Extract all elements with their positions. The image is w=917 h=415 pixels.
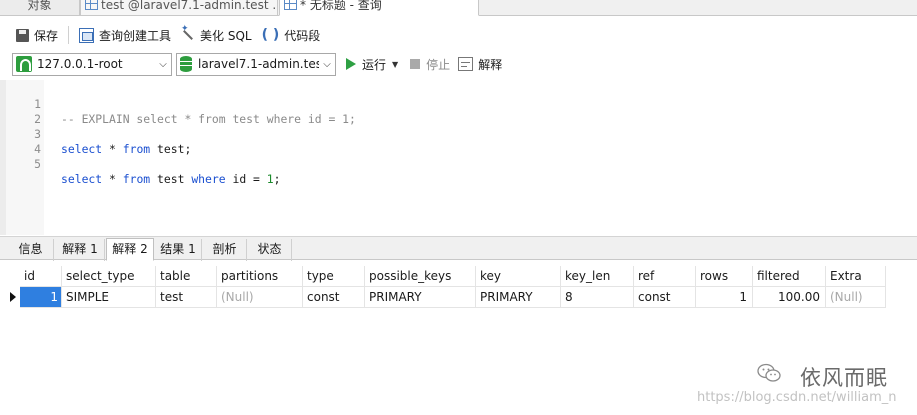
explain-label: 解释 [478, 57, 503, 72]
column-header-rows[interactable]: rows [696, 266, 753, 287]
cell-extra[interactable]: (Null) [826, 287, 886, 308]
cell-id[interactable]: 1 [20, 287, 62, 308]
tab-status[interactable]: 状态 [248, 239, 292, 261]
watermark-author: 依风而眠 [800, 366, 888, 390]
cell-rows[interactable]: 1 [696, 287, 753, 308]
play-icon [346, 58, 356, 70]
query-toolbar: 保存 查询创建工具 美化 SQL ( ) 代码段 [0, 22, 917, 48]
query-builder-label: 查询创建工具 [99, 28, 172, 43]
code-snippet-icon: ( ) [261, 27, 280, 43]
beautify-sql-button[interactable]: 美化 SQL [177, 24, 256, 46]
column-header-ref[interactable]: ref [634, 266, 696, 287]
column-header-key-len[interactable]: key_len [561, 266, 634, 287]
tab-explain-2[interactable]: 解释 2 [106, 238, 154, 261]
explain-icon [458, 57, 474, 71]
query-icon [284, 0, 297, 10]
stop-icon [410, 59, 421, 69]
document-tab-strip: 对象 test @laravel7.1-admin.test ... * 无标题… [0, 0, 917, 16]
column-header-filtered[interactable]: filtered [753, 266, 826, 287]
editor-line: 5 select * from test where id = 1; [0, 142, 917, 186]
editor-line: 1 -- EXPLAIN select * from test where id… [0, 82, 917, 126]
sql-keyword: select [61, 172, 103, 186]
column-header-possible-keys[interactable]: possible_keys [365, 266, 476, 287]
cell-filtered[interactable]: 100.00 [753, 287, 826, 308]
editor-line: 4 [0, 127, 917, 156]
tab-test-table[interactable]: test @laravel7.1-admin.test ... [80, 0, 278, 16]
column-header-extra[interactable]: Extra [826, 266, 886, 287]
run-label: 运行 [362, 57, 387, 72]
cell-partitions[interactable]: (Null) [217, 287, 303, 308]
chevron-down-icon: ⌵ [323, 58, 331, 70]
run-button[interactable]: 运行 ▼ [342, 53, 402, 75]
tab-explain-1[interactable]: 解释 1 [56, 239, 105, 261]
wechat-icon [757, 363, 781, 382]
sql-text: ; [273, 172, 281, 186]
connection-value: 127.0.0.1-root [37, 57, 123, 71]
tab-untitled-query[interactable]: * 无标题 - 查询 [279, 0, 479, 16]
cell-possible-keys[interactable]: PRIMARY [365, 287, 476, 308]
save-button[interactable]: 保存 [12, 24, 62, 46]
database-select[interactable]: laravel7.1-admin.tes ⌵ [176, 52, 336, 76]
column-header-id[interactable]: id [20, 266, 62, 287]
save-icon [16, 28, 29, 42]
column-header-table[interactable]: table [156, 266, 217, 287]
sql-editor[interactable]: 1 -- EXPLAIN select * from test where id… [0, 80, 917, 235]
stop-label: 停止 [426, 57, 451, 72]
explain-button[interactable]: 解释 [454, 53, 506, 75]
beautify-sql-label: 美化 SQL [200, 28, 252, 43]
tab-info[interactable]: 信息 [8, 239, 54, 261]
column-header-type[interactable]: type [303, 266, 365, 287]
stop-button[interactable]: 停止 [406, 53, 454, 75]
chevron-down-icon: ⌵ [159, 58, 167, 70]
cell-ref[interactable]: const [634, 287, 696, 308]
cell-select-type[interactable]: SIMPLE [62, 287, 156, 308]
watermark-url: https://blog.csdn.net/william_n [697, 390, 897, 405]
cell-type[interactable]: const [303, 287, 365, 308]
column-header-select-type[interactable]: select_type [62, 266, 156, 287]
tab-profile[interactable]: 剖析 [203, 239, 247, 261]
row-pointer-icon [7, 287, 20, 308]
sql-text: * [102, 172, 123, 186]
run-dropdown-icon[interactable]: ▼ [392, 60, 398, 69]
sql-keyword: where [191, 172, 226, 186]
query-builder-button[interactable]: 查询创建工具 [75, 24, 175, 46]
beautify-icon [181, 24, 195, 42]
tab-objects[interactable]: 对象 [0, 0, 80, 16]
connection-icon [16, 56, 32, 72]
column-header-partitions[interactable]: partitions [217, 266, 303, 287]
editor-line: 3 select * from test; [0, 112, 917, 156]
code-snippet-label: 代码段 [284, 28, 321, 43]
sql-keyword: from [122, 172, 151, 186]
cell-table[interactable]: test [156, 287, 217, 308]
cell-key-len[interactable]: 8 [561, 287, 634, 308]
database-icon [180, 56, 192, 72]
connection-toolbar: 127.0.0.1-root ⌵ laravel7.1-admin.tes ⌵ … [0, 51, 917, 77]
toolbar-divider [68, 26, 70, 44]
line-number: 5 [34, 157, 41, 171]
code-snippet-button[interactable]: ( ) 代码段 [258, 24, 325, 46]
table-icon [85, 0, 98, 10]
sql-text: id = [225, 172, 267, 186]
result-tab-bar: 信息 解释 1 解释 2 结果 1 剖析 状态 [0, 236, 917, 261]
database-value: laravel7.1-admin.tes [198, 57, 319, 71]
sql-text: test [150, 172, 192, 186]
sql-statement: select * from test where id = 1; [61, 172, 281, 187]
editor-line: 2 [0, 97, 917, 126]
cell-key[interactable]: PRIMARY [476, 287, 561, 308]
save-label: 保存 [34, 28, 59, 43]
column-header-key[interactable]: key [476, 266, 561, 287]
tab-untitled-query-label: * 无标题 - 查询 [300, 0, 382, 12]
sql-number: 1 [266, 172, 274, 186]
connection-select[interactable]: 127.0.0.1-root ⌵ [12, 52, 172, 76]
tab-test-table-label: test @laravel7.1-admin.test ... [101, 0, 278, 12]
query-builder-icon [79, 27, 95, 43]
tab-result-1[interactable]: 结果 1 [155, 239, 202, 261]
